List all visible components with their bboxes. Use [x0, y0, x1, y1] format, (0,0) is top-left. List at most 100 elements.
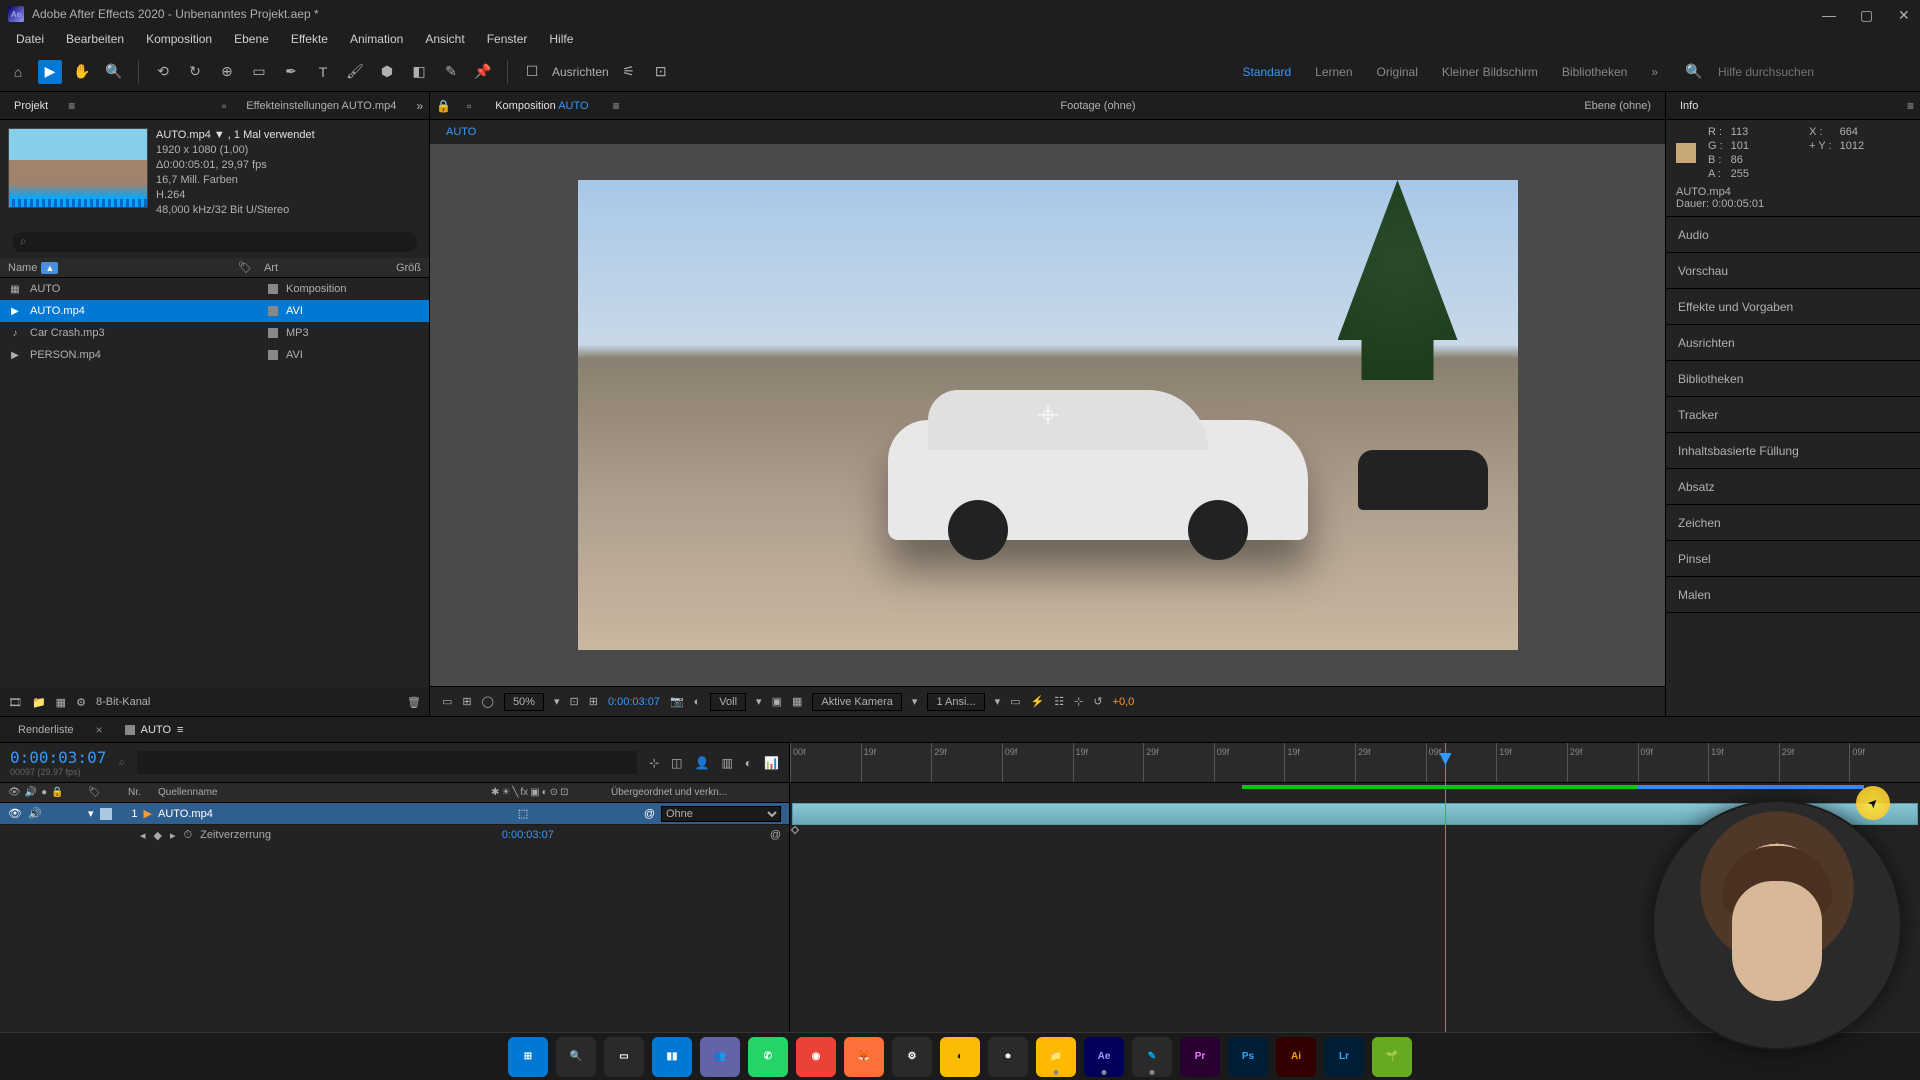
anchor-point-icon[interactable] — [1038, 405, 1058, 425]
expression-pickwhip-icon[interactable]: @ — [770, 829, 781, 841]
solo-col-icon[interactable]: ● — [41, 787, 47, 798]
property-value[interactable]: 0:00:03:07 — [502, 829, 554, 841]
lock-col-icon[interactable]: 🔒 — [51, 787, 63, 798]
panel-pinsel[interactable]: Pinsel — [1666, 541, 1920, 577]
project-item[interactable]: ♪ Car Crash.mp3 MP3 — [0, 322, 429, 344]
close-button[interactable]: ✕ — [1898, 7, 1912, 21]
layer-row[interactable]: 👁 🔊 ▾ 1 ▶ AUTO.mp4 ⬚ @ Ohne — [0, 803, 789, 825]
flowchart-icon[interactable]: ⊹ — [1074, 695, 1083, 708]
menu-komposition[interactable]: Komposition — [136, 28, 222, 52]
breadcrumb-comp[interactable]: AUTO — [446, 126, 476, 138]
home-button[interactable]: ⌂ — [6, 60, 30, 84]
layer-expand-icon[interactable]: ▾ — [88, 807, 94, 820]
panel-vorschau[interactable]: Vorschau — [1666, 253, 1920, 289]
timeline-icon[interactable]: ☷ — [1054, 695, 1064, 708]
tab-effect-controls[interactable]: Effekteinstellungen AUTO.mp4 — [238, 96, 404, 116]
panel-ausrichten[interactable]: Ausrichten — [1666, 325, 1920, 361]
label-col-icon[interactable]: 🏷 — [88, 787, 128, 798]
help-search-input[interactable] — [1714, 61, 1914, 83]
video-col-icon[interactable]: 👁 — [8, 787, 21, 798]
reset-exposure-icon[interactable]: ↺ — [1093, 695, 1102, 708]
sort-arrow-icon[interactable]: ▲ — [41, 262, 58, 274]
shape-tool[interactable]: ▭ — [247, 60, 271, 84]
add-keyframe-icon[interactable]: ◆ — [154, 829, 162, 842]
col-name[interactable]: Name — [8, 262, 37, 274]
taskbar-app[interactable]: ✎ — [1132, 1037, 1172, 1077]
taskbar-app[interactable]: Ps — [1228, 1037, 1268, 1077]
bit-depth[interactable]: 8-Bit-Kanal — [96, 696, 150, 708]
taskbar-app[interactable]: 🔍 — [556, 1037, 596, 1077]
menu-bearbeiten[interactable]: Bearbeiten — [56, 28, 134, 52]
taskbar-app[interactable]: ✆ — [748, 1037, 788, 1077]
taskbar-app[interactable]: ⚙ — [892, 1037, 932, 1077]
snap-to-icon[interactable]: ⊡ — [649, 60, 673, 84]
menu-ebene[interactable]: Ebene — [224, 28, 279, 52]
tab-footage[interactable]: Footage (ohne) — [1052, 96, 1143, 116]
taskbar-app[interactable]: ▮▮ — [652, 1037, 692, 1077]
parent-dropdown[interactable]: Ohne — [661, 806, 781, 822]
menu-effekte[interactable]: Effekte — [281, 28, 338, 52]
zoom-arrow-icon[interactable]: ▾ — [554, 695, 560, 708]
snapping-options[interactable]: ⚟ — [617, 60, 641, 84]
audio-toggle[interactable]: 🔊 — [28, 807, 42, 820]
pen-tool[interactable]: ✒ — [279, 60, 303, 84]
taskbar-app[interactable]: Ai — [1276, 1037, 1316, 1077]
parent-pickwhip-icon[interactable]: @ — [644, 808, 655, 820]
workspace-lernen[interactable]: Lernen — [1315, 65, 1352, 79]
project-item[interactable]: ▶ AUTO.mp4 AVI — [0, 300, 429, 322]
roto-brush-tool[interactable]: ✎ — [439, 60, 463, 84]
snapshot-icon[interactable]: 📷 — [670, 695, 684, 708]
res-arrow-icon[interactable]: ▾ — [756, 695, 762, 708]
workspace-standard[interactable]: Standard — [1242, 65, 1291, 79]
panel-absatz[interactable]: Absatz — [1666, 469, 1920, 505]
draft-3d-icon[interactable]: ◫ — [671, 756, 682, 770]
taskbar-app[interactable]: Lr — [1324, 1037, 1364, 1077]
panel-overflow[interactable]: » — [416, 99, 423, 113]
timeline-search-input[interactable] — [137, 751, 637, 774]
taskbar-app[interactable]: ▭ — [604, 1037, 644, 1077]
rotate-tool[interactable]: ↻ — [183, 60, 207, 84]
show-channel-icon[interactable]: ◐ — [694, 696, 701, 708]
label-col-icon[interactable]: 🏷 — [238, 261, 252, 274]
interpret-footage-icon[interactable]: 🎞 — [8, 696, 22, 709]
zoom-dropdown[interactable]: 50% — [504, 693, 544, 711]
taskbar-app[interactable]: Pr — [1180, 1037, 1220, 1077]
panel-bibliotheken[interactable]: Bibliotheken — [1666, 361, 1920, 397]
menu-hilfe[interactable]: Hilfe — [539, 28, 583, 52]
video-toggle[interactable]: 👁 — [8, 807, 22, 820]
eraser-tool[interactable]: ◧ — [407, 60, 431, 84]
always-preview-icon[interactable]: ▭ — [442, 695, 452, 708]
keyframe-icon[interactable] — [791, 826, 799, 834]
hand-tool[interactable]: ✋ — [70, 60, 94, 84]
tab-projekt-menu[interactable]: ≡ — [68, 99, 75, 113]
minimize-button[interactable]: — — [1822, 7, 1836, 21]
transparency-grid-icon[interactable]: ⊞ — [462, 695, 471, 708]
roi-icon[interactable]: ▣ — [772, 695, 782, 708]
trash-icon[interactable]: 🗑 — [407, 696, 421, 709]
panel-malen[interactable]: Malen — [1666, 577, 1920, 613]
prev-keyframe-icon[interactable]: ◂ — [140, 829, 146, 842]
panel-effekte-und-vorgaben[interactable]: Effekte und Vorgaben — [1666, 289, 1920, 325]
layer-color-swatch[interactable] — [100, 808, 112, 820]
taskbar-app[interactable]: ◐ — [940, 1037, 980, 1077]
workspace-more[interactable]: » — [1651, 65, 1658, 79]
motion-blur-icon[interactable]: ◐ — [745, 756, 752, 770]
graph-editor-icon[interactable]: 📊 — [764, 756, 779, 770]
orbit-tool[interactable]: ⟲ — [151, 60, 175, 84]
taskbar-app[interactable]: ◉ — [796, 1037, 836, 1077]
panel-tracker[interactable]: Tracker — [1666, 397, 1920, 433]
selection-tool[interactable]: ▶ — [38, 60, 62, 84]
layer-name[interactable]: AUTO.mp4 — [158, 808, 512, 820]
tab-comp-menu[interactable]: ≡ — [613, 99, 620, 113]
panel-menu-icon[interactable]: ≡ — [1907, 99, 1914, 113]
comp-mini-flowchart-icon[interactable]: ⊹ — [649, 756, 659, 770]
text-tool[interactable]: T — [311, 60, 335, 84]
views-arrow-icon[interactable]: ▾ — [995, 695, 1001, 708]
video-frame[interactable] — [578, 180, 1518, 650]
pan-behind-tool[interactable]: ⊕ — [215, 60, 239, 84]
tab-projekt[interactable]: Projekt — [6, 96, 56, 116]
switch-shy[interactable]: ⬚ — [518, 807, 532, 820]
tab-layer[interactable]: Ebene (ohne) — [1576, 96, 1659, 116]
taskbar-app[interactable]: 🌱 — [1372, 1037, 1412, 1077]
zoom-tool[interactable]: 🔍 — [102, 60, 126, 84]
